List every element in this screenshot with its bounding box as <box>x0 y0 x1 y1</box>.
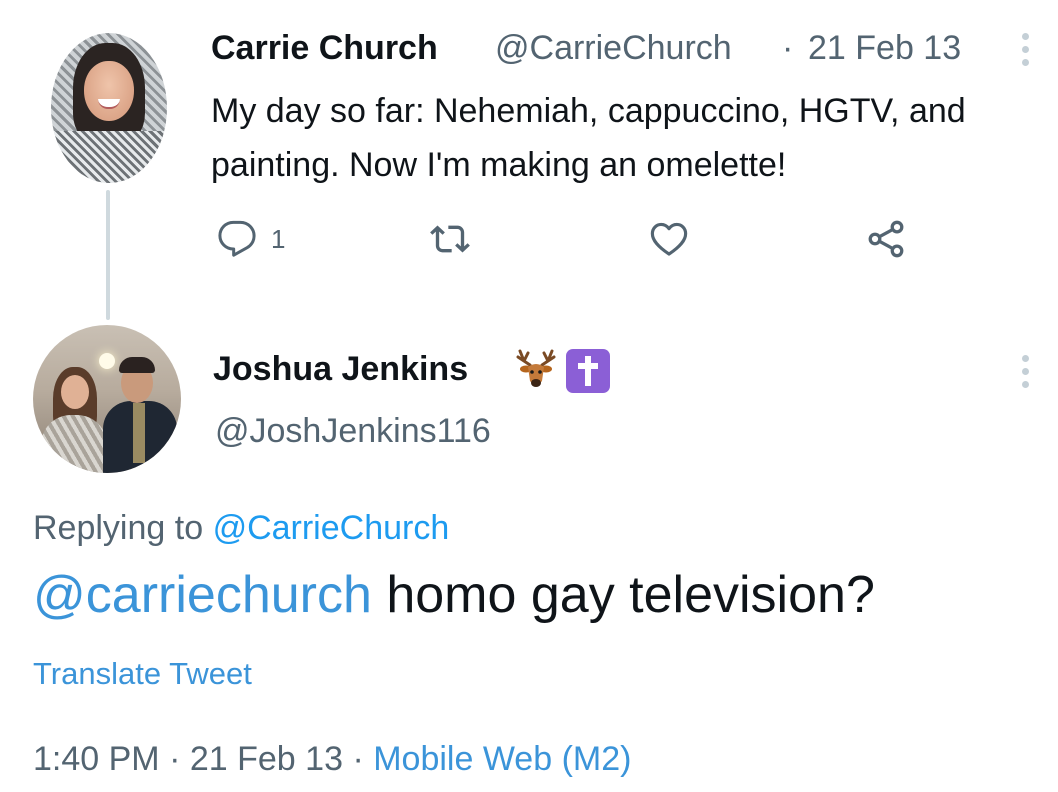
share-icon <box>868 220 904 258</box>
parent-separator: · <box>782 29 794 67</box>
replying-to-line: Replying to @CarrieChurch <box>33 509 449 548</box>
avatar-person-right-hair <box>119 357 155 373</box>
reply-author-name[interactable]: Joshua Jenkins <box>213 350 468 389</box>
like-button[interactable] <box>648 218 690 265</box>
share-button[interactable] <box>864 217 908 266</box>
reply-icon <box>218 220 256 257</box>
reply-more-options-icon[interactable] <box>1021 355 1029 388</box>
avatar-sweater <box>51 131 167 183</box>
avatar-person-right-tie <box>133 403 145 463</box>
translate-tweet-link[interactable]: Translate Tweet <box>33 656 252 692</box>
heart-icon <box>650 222 688 256</box>
avatar-carrie-church[interactable] <box>51 33 167 183</box>
reply-body-text: homo gay television? <box>386 566 875 624</box>
avatar-background-light <box>99 353 115 369</box>
avatar-person-left-body <box>41 415 107 473</box>
tweet-source-link[interactable]: Mobile Web (M2) <box>373 740 631 778</box>
retweet-button[interactable] <box>428 219 472 264</box>
latin-cross-emoji-icon <box>566 349 610 393</box>
thread-connector-line <box>106 190 110 320</box>
meta-separator: · <box>169 740 181 778</box>
avatar-face <box>84 61 134 121</box>
parent-more-options-icon[interactable] <box>1021 33 1029 66</box>
reply-button[interactable]: 1 <box>217 219 285 259</box>
reply-count: 1 <box>271 223 286 254</box>
tweet-meta-line: 1:40 PM · 21 Feb 13 · Mobile Web (M2) <box>33 740 631 779</box>
tweet-time[interactable]: 1:40 PM <box>33 740 160 778</box>
reply-mention-link[interactable]: @carriechurch <box>33 566 372 624</box>
avatar-joshua-jenkins[interactable] <box>33 325 181 473</box>
reply-author-handle[interactable]: @JoshJenkins116 <box>215 412 491 451</box>
parent-tweet-text: My day so far: Nehemiah, cappuccino, HGT… <box>211 92 966 184</box>
parent-author-name[interactable]: Carrie Church <box>211 29 438 68</box>
replying-to-link[interactable]: @CarrieChurch <box>213 509 450 547</box>
avatar-person-left-face <box>61 375 89 409</box>
deer-emoji-icon <box>512 347 560 397</box>
parent-tweet-date[interactable]: 21 Feb 13 <box>808 29 961 68</box>
meta-separator: · <box>352 740 364 778</box>
replying-to-prefix: Replying to <box>33 509 204 547</box>
retweet-icon <box>430 225 470 253</box>
tweet-date[interactable]: 21 Feb 13 <box>190 740 343 778</box>
parent-author-handle[interactable]: @CarrieChurch <box>495 29 732 68</box>
reply-tweet-text: @carriechurch homo gay television? <box>33 565 875 625</box>
